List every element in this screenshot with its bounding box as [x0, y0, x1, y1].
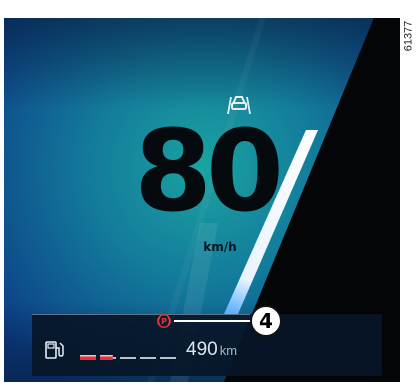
fuel-gauge-highlight [80, 355, 96, 357]
speed-unit: km/h [203, 240, 237, 254]
svg-text:P: P [161, 317, 167, 326]
callout-leader-line [174, 320, 252, 322]
fuel-gauge-segment [120, 357, 136, 359]
speed-value: 80 [134, 107, 284, 237]
parking-brake-icon: P [157, 314, 171, 328]
fuel-pump-icon [45, 341, 64, 359]
reference-code-text: 61377 [402, 20, 414, 52]
fuel-gauge-segment [140, 357, 156, 359]
figure-reference-code: 61377 [400, 14, 416, 58]
instrument-cluster-display: 80 km/h P 4 490 km [4, 18, 400, 382]
range-value: 490 [186, 339, 218, 360]
figure: 61377 80 km/h P 4 490 km [0, 0, 419, 387]
fuel-gauge-segments [80, 355, 176, 360]
status-bar-divider [32, 314, 250, 315]
fuel-gauge-segment [160, 357, 176, 359]
fuel-level-gauge [80, 355, 176, 360]
range-unit: km [219, 343, 238, 358]
range-readout: 490 km [186, 339, 237, 361]
fuel-gauge-highlight [100, 355, 113, 357]
callout-marker: 4 [250, 305, 282, 337]
